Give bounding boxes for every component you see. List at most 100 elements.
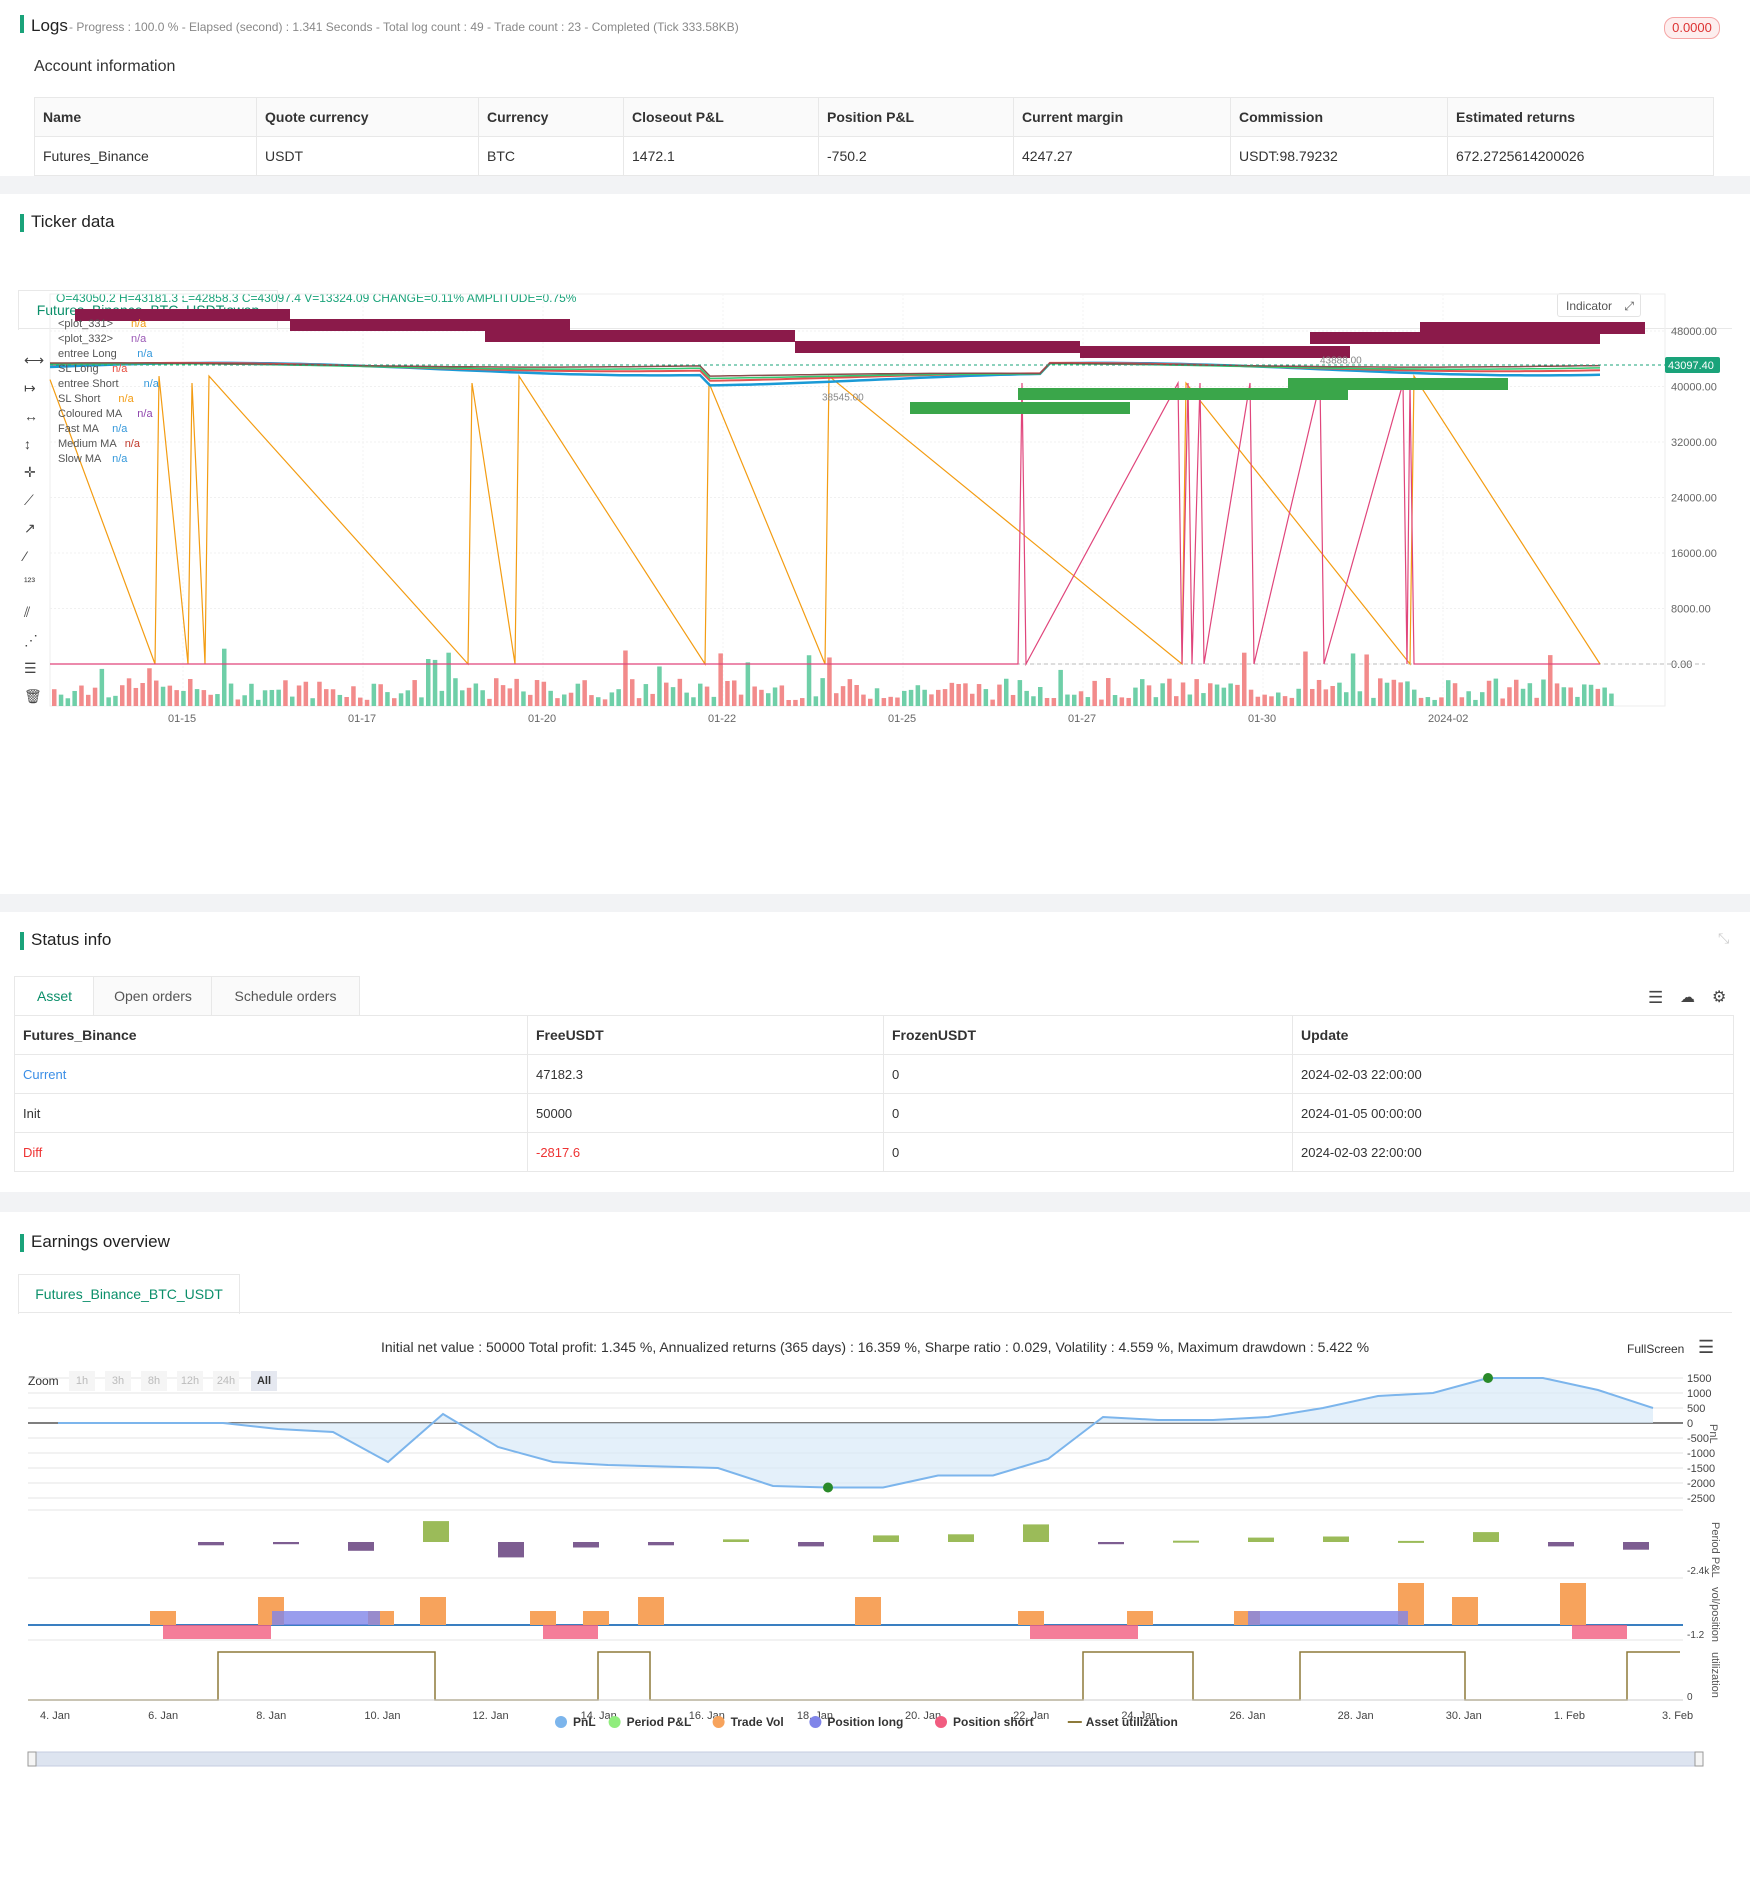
volume-bar <box>779 685 785 706</box>
volume-bar <box>58 694 64 706</box>
gear-icon[interactable]: ⚙ <box>1712 987 1726 1007</box>
volume-bar <box>582 680 587 706</box>
asset-col-update: Update <box>1292 1015 1734 1055</box>
volume-bar <box>1323 689 1329 706</box>
volume-bar <box>1085 697 1091 706</box>
volume-bar <box>1031 696 1036 706</box>
ticker-title: Ticker data <box>20 212 114 232</box>
cell-frozen: 0 <box>883 1132 1293 1172</box>
account-table: Name Quote currency Currency Closeout P&… <box>34 97 1714 176</box>
legend-marker <box>555 1716 567 1728</box>
volume-bar <box>262 690 268 706</box>
tab-asset[interactable]: Asset <box>14 976 95 1016</box>
volume-bar <box>1262 694 1267 706</box>
volume-bar <box>1439 697 1444 706</box>
volume-bar <box>616 689 621 706</box>
x-tick-label: 3. Feb <box>1662 1710 1693 1722</box>
volume-bar <box>908 689 914 706</box>
volume-bar <box>847 679 853 706</box>
cell-free: 47182.3 <box>527 1054 884 1094</box>
volume-bar <box>956 683 961 706</box>
account-col-margin: Current margin <box>1013 97 1231 137</box>
volume-bar <box>453 678 458 706</box>
volume-bar <box>494 678 499 706</box>
volume-bar <box>1276 692 1281 706</box>
list-view-icon[interactable]: ☰ <box>1648 988 1663 1008</box>
x-tick-label: 6. Jan <box>148 1710 178 1722</box>
x-tick-label: 4. Jan <box>40 1710 70 1722</box>
volume-bar <box>1330 685 1335 706</box>
tab-open-orders[interactable]: Open orders <box>93 976 213 1016</box>
volume-bar <box>1174 696 1179 706</box>
volume-bar <box>446 652 451 706</box>
volume-bar <box>480 690 485 706</box>
x-tick-label: 2024-02 <box>1428 713 1468 725</box>
volume-bar <box>235 699 241 706</box>
volume-bar <box>1044 697 1050 706</box>
volume-bar <box>1058 669 1063 706</box>
volume-bar <box>1561 687 1567 706</box>
trade-vol-bar <box>583 1611 609 1625</box>
trade-vol-bar <box>638 1597 664 1625</box>
volume-bar <box>1282 696 1288 706</box>
x-tick-label: 10. Jan <box>364 1710 400 1722</box>
position-long-bar <box>1248 1611 1408 1625</box>
volume-bar <box>1310 688 1315 706</box>
volume-bar <box>806 655 812 706</box>
volume-bar <box>949 682 955 706</box>
menu-icon[interactable]: ☰ <box>1698 1337 1714 1358</box>
volume-bar <box>1024 690 1029 706</box>
earnings-chart[interactable]: 1500 1000 500 0 -500 -1000 -1500 -2000 -2500 PnL P… <box>0 1362 1750 1832</box>
fullscreen-button[interactable]: FullScreen <box>1627 1342 1684 1356</box>
volume-bar <box>1514 679 1519 706</box>
zoom-1h-button[interactable]: 1h <box>69 1371 95 1391</box>
volume-bar <box>1140 679 1145 706</box>
volume-bar <box>888 696 893 706</box>
zoom-12h-button[interactable]: 12h <box>177 1371 203 1391</box>
volume-bar <box>222 648 227 706</box>
zoom-all-button[interactable]: All <box>251 1371 277 1391</box>
zoom-24h-button[interactable]: 24h <box>213 1371 239 1391</box>
x-tick-label: 01-17 <box>348 713 376 725</box>
earnings-tab[interactable]: Futures_Binance_BTC_USDT <box>18 1274 240 1314</box>
status-title: Status info <box>20 930 111 950</box>
volume-bar <box>1384 682 1390 706</box>
volume-bar <box>725 680 730 706</box>
volume-bar <box>426 659 431 706</box>
tab-schedule-orders[interactable]: Schedule orders <box>211 976 360 1016</box>
cloud-download-icon[interactable]: ☁ <box>1680 988 1695 1006</box>
period-pnl-bar <box>498 1542 524 1558</box>
volume-bar <box>1371 697 1376 706</box>
legend-label: Position short <box>953 1715 1034 1729</box>
short-zone <box>1420 322 1645 334</box>
volume-bar <box>1010 694 1016 706</box>
volume-bar <box>1112 695 1118 706</box>
row-label-current[interactable]: Current <box>14 1054 528 1094</box>
period-pnl-bar <box>1023 1524 1049 1542</box>
volume-bar <box>813 696 819 706</box>
period-pnl-bar <box>1473 1532 1499 1542</box>
volume-bar <box>1568 687 1573 706</box>
volume-bar <box>351 686 356 706</box>
volume-bar <box>1194 679 1199 706</box>
legend-item-value: n/a <box>112 423 128 435</box>
price-chart[interactable]: 48000.00 40000.00 32000.00 24000.00 16000.00… <box>0 286 1750 786</box>
pnl-y-tick: -2500 <box>1687 1493 1715 1505</box>
zoom-8h-button[interactable]: 8h <box>141 1371 167 1391</box>
volume-bar <box>1303 651 1308 706</box>
volume-bar <box>643 684 649 706</box>
volume-bar <box>664 682 669 706</box>
x-tick-label: 30. Jan <box>1446 1710 1482 1722</box>
table-row: Current 47182.3 0 2024-02-03 22:00:00 <box>14 1054 1734 1094</box>
zoom-3h-button[interactable]: 3h <box>105 1371 131 1391</box>
pnl-y-tick: 1000 <box>1687 1388 1711 1400</box>
account-cell: 672.2725614200026 <box>1447 136 1714 176</box>
volume-bar <box>303 681 309 706</box>
volume-bar <box>1119 697 1125 706</box>
price-annotation: 43888.00 <box>1320 356 1362 367</box>
volume-bar <box>167 685 173 706</box>
status-close-icon[interactable]: ⤡ <box>1718 930 1729 947</box>
volume-bar <box>181 690 186 706</box>
volume-bar <box>1425 697 1431 706</box>
volume-bar <box>657 666 662 706</box>
